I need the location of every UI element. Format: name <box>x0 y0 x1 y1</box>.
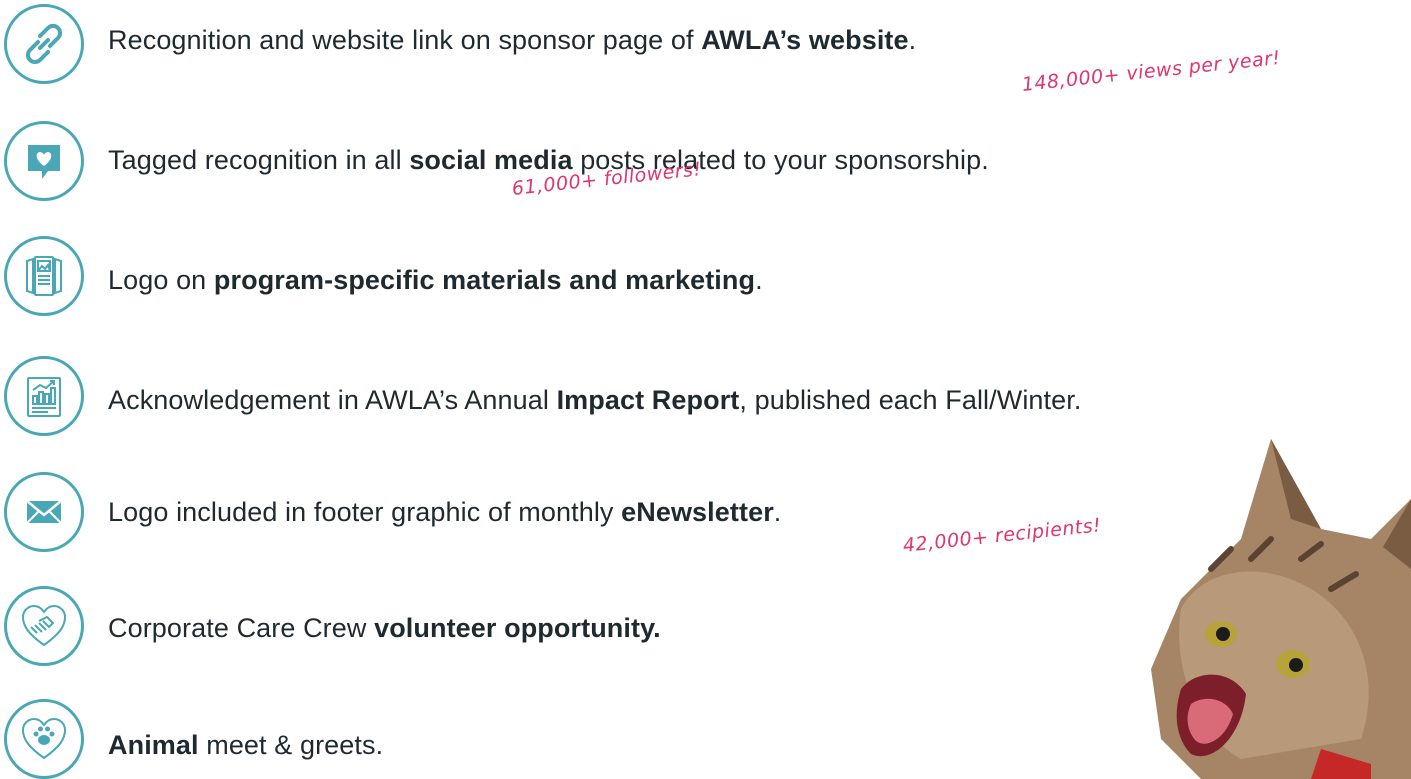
benefit-text: Tagged recognition in all social media p… <box>108 145 989 175</box>
paw-heart-icon <box>4 699 84 779</box>
benefit-note: 148,000+ views per year! <box>1020 46 1282 96</box>
benefit-text: Animal meet & greets. <box>108 730 384 760</box>
benefit-text: Logo included in footer graphic of month… <box>108 497 782 527</box>
benefit-note: 42,000+ recipients! <box>901 514 1103 557</box>
benefit-text: Acknowledgement in AWLA’s Annual Impact … <box>108 385 1082 415</box>
benefit-text: Logo on program-specific materials and m… <box>108 265 763 295</box>
envelope-icon <box>4 472 84 552</box>
brochure-icon <box>4 236 84 316</box>
link-icon <box>4 4 84 84</box>
handshake-heart-icon <box>4 586 84 666</box>
cat-photo <box>1151 439 1411 779</box>
heart-chat-icon <box>4 121 84 201</box>
report-chart-icon <box>4 356 84 436</box>
benefit-text: Corporate Care Crew volunteer opportunit… <box>108 613 661 643</box>
benefit-text: Recognition and website link on sponsor … <box>108 25 917 55</box>
